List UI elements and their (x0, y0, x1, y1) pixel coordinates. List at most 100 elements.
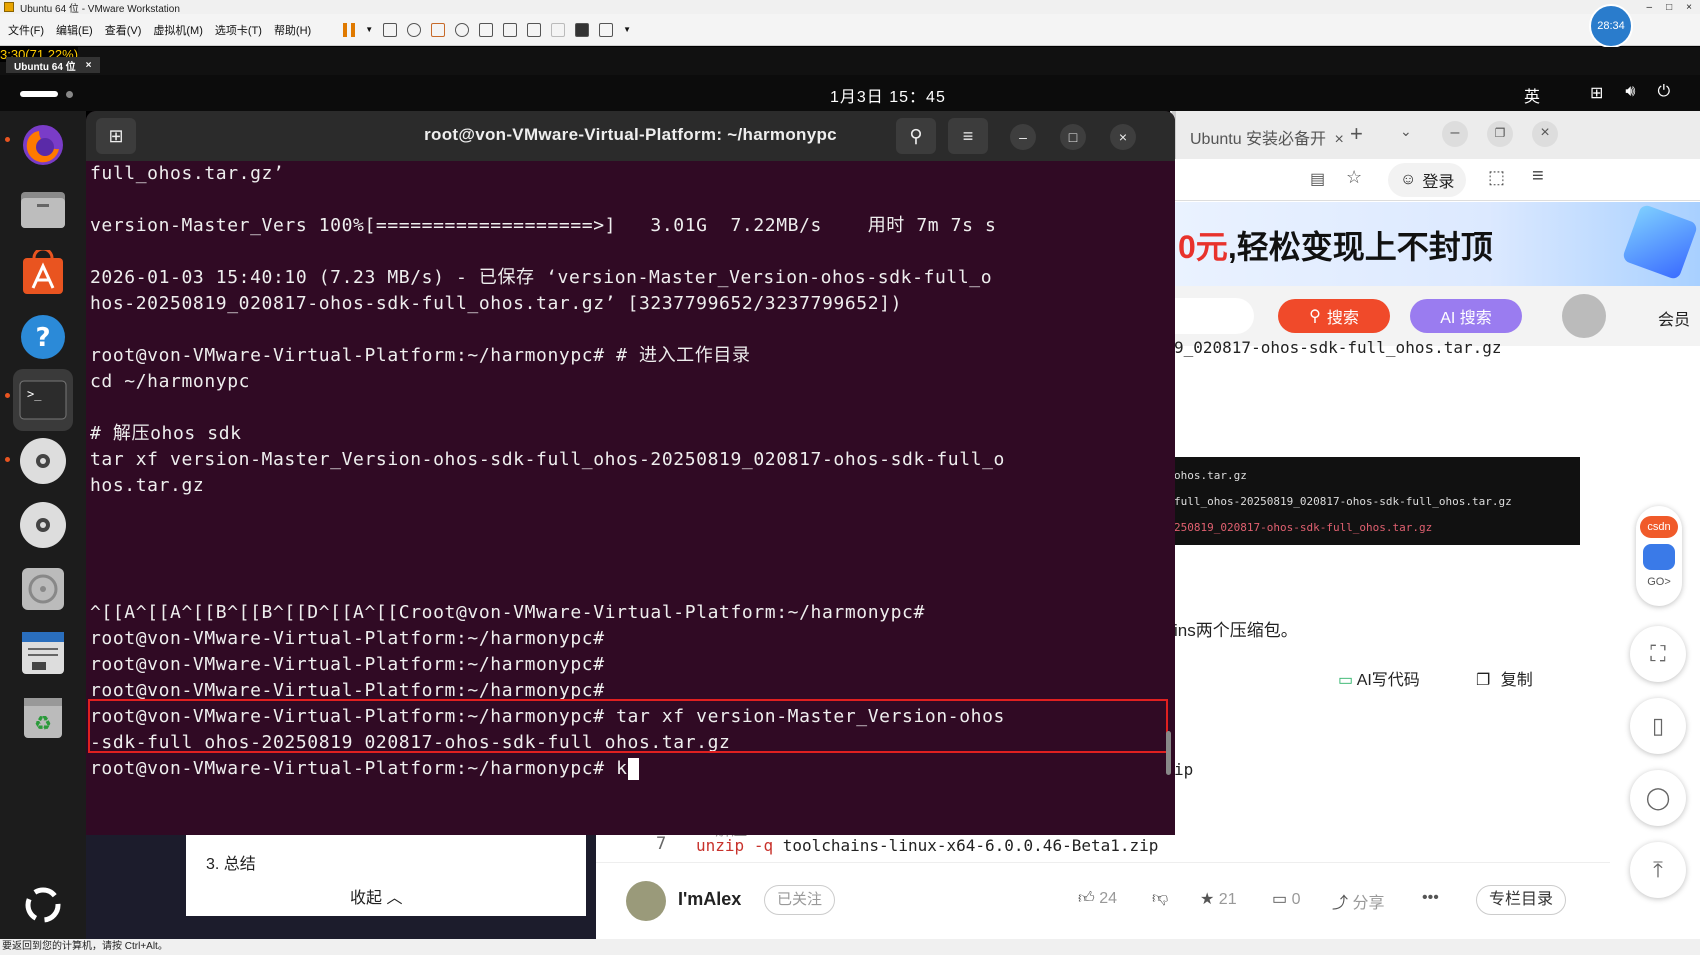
back-to-top-icon[interactable]: ⤒ (1630, 842, 1686, 898)
copy-button[interactable]: ❐ 复制 (1476, 666, 1533, 690)
stretch-icon[interactable] (551, 22, 566, 37)
pause-icon[interactable] (343, 22, 356, 37)
share-icon: ⤴ (1332, 895, 1349, 912)
fullscreen-icon[interactable]: ⛶ (1630, 626, 1686, 682)
fullscreen-icon[interactable] (599, 22, 614, 37)
csdn-assistant[interactable]: csdn GO> (1636, 506, 1682, 606)
mobile-icon[interactable]: ▯ (1630, 698, 1686, 754)
comment-button[interactable]: ▭ 0 (1272, 889, 1300, 909)
close-icon[interactable]: × (1110, 124, 1136, 150)
member-link[interactable]: 会员 (1658, 306, 1690, 330)
share-button[interactable]: ⤴ 分享 (1332, 889, 1384, 913)
minimize-icon[interactable]: – (1442, 121, 1468, 147)
date-time[interactable]: 1月3日 15：45 (830, 83, 946, 107)
avatar[interactable] (626, 881, 666, 921)
thumbs-down-icon: 👎︎ (1152, 890, 1169, 907)
more-button[interactable]: ••• (1422, 889, 1439, 907)
running-dot (5, 393, 10, 398)
scrollbar[interactable] (1166, 731, 1171, 775)
text-editor-icon[interactable] (13, 625, 73, 681)
dropdown-icon[interactable]: ▼ (623, 25, 631, 34)
follow-button[interactable]: 已关注 (764, 885, 836, 915)
trash-icon[interactable]: ♻ (13, 689, 73, 745)
menu-edit[interactable]: 编辑(E) (56, 22, 93, 38)
snapshot-manager-icon[interactable] (455, 22, 470, 37)
maximize-icon[interactable]: □ (1060, 124, 1086, 150)
files-icon[interactable] (13, 181, 73, 237)
vm-tab[interactable]: Ubuntu 64 位 × (6, 57, 100, 73)
hamburger-menu-icon[interactable]: ≡ (1532, 165, 1544, 188)
author-name[interactable]: I'mAlex (678, 889, 741, 910)
dropdown-icon[interactable]: ▼ (365, 25, 373, 34)
thumbnail-icon[interactable] (503, 22, 518, 37)
show-apps-icon[interactable] (13, 877, 73, 933)
close-icon[interactable]: × (1335, 131, 1344, 148)
sidebar-toggle-icon[interactable] (479, 22, 494, 37)
menu-view[interactable]: 查看(V) (105, 22, 142, 38)
reader-mode-icon[interactable]: ▤ (1310, 169, 1325, 189)
menu-tabs[interactable]: 选项卡(T) (215, 22, 262, 38)
system-tray[interactable]: ⊞ 🔊︎ ⏻ (1590, 83, 1670, 103)
terminal-output[interactable]: full_ohos.tar.gz’ version-Master_Vers 10… (88, 161, 1170, 835)
close-icon[interactable]: × (1686, 2, 1692, 13)
firefox-icon[interactable] (13, 117, 73, 173)
browser-tab[interactable]: Ubuntu 安装必备开 × (1190, 125, 1344, 149)
restore-icon[interactable]: ❐ (1487, 121, 1513, 147)
help-icon[interactable]: ? (13, 309, 73, 365)
fit-guest-icon[interactable] (527, 22, 542, 37)
code-path-text: 9_020817-ohos-sdk-full_ohos.tar.gz (1174, 338, 1502, 357)
menu-vm[interactable]: 虚拟机(M) (153, 22, 203, 38)
comment-icon[interactable]: ◯ (1630, 770, 1686, 826)
code-command: unzip (696, 836, 745, 855)
terminal-icon[interactable]: >_ (13, 369, 73, 431)
search-button[interactable]: ⚲ 搜索 (1278, 299, 1390, 333)
ai-search-button[interactable]: AI 搜索 (1410, 299, 1522, 333)
hamburger-menu-icon[interactable]: ≡ (948, 118, 988, 154)
login-button[interactable]: ☺ 登录 (1388, 163, 1467, 197)
menu-file[interactable]: 文件(F) (8, 22, 44, 38)
thumbs-up-icon: 👍︎ (1078, 890, 1095, 907)
network-icon[interactable]: ⊞ (1590, 83, 1603, 103)
dvd-icon[interactable] (13, 497, 73, 553)
minimize-icon[interactable]: – (1647, 2, 1653, 13)
close-icon[interactable]: × (86, 60, 92, 71)
like-button[interactable]: 👍︎ 24 (1078, 889, 1117, 908)
dvd-icon[interactable] (13, 433, 73, 489)
avatar[interactable] (1562, 294, 1606, 338)
chevron-down-icon[interactable]: ⌄ (1400, 123, 1412, 140)
favorite-button[interactable]: ★ 21 (1200, 889, 1237, 909)
toc-item[interactable]: 3. 总结 (206, 850, 256, 874)
volume-icon[interactable]: 🔊︎ (1625, 83, 1635, 103)
new-tab-button[interactable]: + (1350, 121, 1363, 147)
extensions-icon[interactable]: ⬚ (1488, 167, 1505, 188)
search-icon[interactable]: ⚲ (896, 118, 936, 154)
browser-tab-title: Ubuntu 安装必备开 (1190, 131, 1327, 148)
disk-utility-icon[interactable] (13, 561, 73, 617)
menu-help[interactable]: 帮助(H) (274, 22, 311, 38)
comment-count: 0 (1291, 891, 1301, 908)
activities-indicator[interactable] (20, 91, 58, 97)
csdn-sidebar: 3. 总结 收起 ︿ (86, 830, 596, 939)
close-icon[interactable]: × (1532, 121, 1558, 147)
star-icon[interactable]: ☆ (1346, 167, 1362, 188)
console-icon[interactable] (575, 22, 590, 37)
promo-banner[interactable]: 0元,轻松变现上不封顶 (1170, 202, 1700, 286)
power-icon[interactable]: ⏻ (1658, 83, 1671, 103)
vmware-logo-icon (4, 2, 14, 12)
terminal-prompt-line: root@von-VMware-Virtual-Platform:~/harmo… (90, 756, 639, 782)
snapshot-icon[interactable] (407, 22, 422, 37)
search-button-label: 搜索 (1326, 310, 1359, 327)
workspace-dot[interactable] (66, 91, 73, 98)
vmware-statusbar: 要返回到您的计算机，请按 Ctrl+Alt。 (0, 939, 1700, 955)
app-center-icon[interactable] (13, 245, 73, 301)
collapse-button[interactable]: 收起 ︿ (350, 884, 402, 908)
input-method[interactable]: 英 (1524, 83, 1540, 107)
maximize-icon[interactable]: □ (1666, 2, 1672, 13)
revert-snapshot-icon[interactable] (431, 22, 446, 37)
send-keys-icon[interactable] (383, 22, 398, 37)
minimize-icon[interactable]: – (1010, 124, 1036, 150)
dislike-button[interactable]: 👎︎ (1152, 889, 1168, 908)
search-input[interactable] (1170, 298, 1254, 334)
catalog-button[interactable]: 专栏目录 (1476, 885, 1567, 915)
ai-code-button[interactable]: ▭ AI写代码 (1338, 666, 1420, 690)
